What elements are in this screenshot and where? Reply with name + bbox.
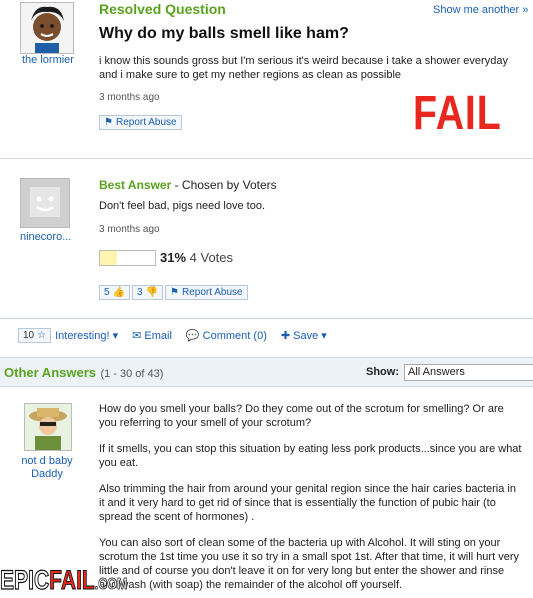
- thumbs-down-icon: 👎: [145, 287, 159, 298]
- flag-icon: ⚑: [104, 117, 113, 128]
- fail-stamp: FAIL: [413, 87, 502, 140]
- best-answer-text: Don't feel bad, pigs need love too.: [99, 200, 265, 212]
- answer-paragraph: How do you smell your balls? Do they com…: [99, 403, 504, 429]
- question-time: 3 months ago: [99, 92, 160, 103]
- answer-report-abuse-button[interactable]: ⚑ Report Abuse: [165, 285, 248, 300]
- other-answer-avatar[interactable]: [24, 403, 72, 451]
- vote-summary: 31% 4 Votes: [160, 250, 233, 265]
- show-label: Show:: [366, 366, 399, 378]
- question-title: Why do my balls smell like ham?: [99, 25, 349, 42]
- asker-avatar-image: [21, 3, 73, 53]
- interesting-count-value: 10: [23, 329, 35, 341]
- default-avatar-image: [21, 179, 69, 227]
- thumbs-down-count: 3: [137, 287, 143, 298]
- logo-dotcom: .COM: [94, 576, 128, 594]
- action-bar: 10 ☆ Interesting! ▾ ✉ Email 💬 Comment (0)…: [0, 320, 533, 350]
- divider: [0, 158, 533, 159]
- other-answers-range: (1 - 30 of 43): [100, 368, 164, 380]
- interesting-button[interactable]: Interesting! ▾: [55, 329, 118, 342]
- asker-name[interactable]: the lormier: [22, 54, 74, 66]
- logo-epic: EPIC: [0, 564, 50, 595]
- comment-icon: 💬: [185, 329, 200, 342]
- other-answer-avatar-image: [25, 404, 71, 450]
- plus-icon: ✚: [280, 329, 291, 342]
- other-answer-user[interactable]: not d baby Daddy: [16, 455, 78, 481]
- interesting-count: 10 ☆: [18, 327, 52, 343]
- chevron-down-icon: ▾: [112, 329, 119, 342]
- interesting-group: 10 ☆ Interesting! ▾: [18, 327, 118, 343]
- email-label: Email: [144, 329, 172, 342]
- chosen-by-label: - Chosen by Voters: [171, 178, 277, 192]
- question-body: i know this sounds gross but I'm serious…: [99, 55, 508, 81]
- interesting-label: Interesting!: [55, 329, 110, 342]
- epicfail-logo: EPIC FAIL .COM: [0, 564, 128, 596]
- thumbs-up-count: 5: [104, 287, 110, 298]
- show-filter-value: All Answers: [408, 366, 465, 378]
- email-button[interactable]: ✉ Email: [132, 329, 172, 342]
- vote-bar-fill: [100, 251, 118, 265]
- answer-paragraph: You can also sort of clean some of the b…: [99, 537, 519, 591]
- answer-paragraph: Also trimming the hair from around your …: [99, 483, 516, 523]
- logo-fail: FAIL: [49, 565, 95, 596]
- asker-avatar[interactable]: [20, 2, 74, 54]
- other-answers-title-group: Other Answers (1 - 30 of 43): [4, 364, 163, 382]
- chevron-down-icon: ▾: [321, 329, 327, 342]
- thumbs-down-button[interactable]: 3 👎: [132, 285, 164, 300]
- comment-label: Comment (0): [202, 329, 267, 342]
- envelope-icon: ✉: [132, 329, 142, 342]
- show-filter-select[interactable]: All Answers: [404, 364, 533, 381]
- divider: [0, 318, 533, 319]
- vote-percent: 31%: [160, 250, 187, 265]
- rating-buttons: 5 👍 3 👎 ⚑ Report Abuse: [99, 285, 248, 300]
- thumbs-up-button[interactable]: 5 👍: [99, 285, 131, 300]
- report-abuse-label: Report Abuse: [182, 287, 243, 298]
- flag-icon: ⚑: [170, 287, 179, 298]
- save-label: Save: [293, 329, 319, 342]
- best-answer-label: Best Answer: [99, 178, 172, 192]
- answerer-name[interactable]: ninecoro...: [20, 231, 71, 243]
- question-status: Resolved Question: [99, 1, 226, 17]
- vote-count: 4 Votes: [189, 250, 234, 265]
- save-button[interactable]: ✚ Save ▾: [281, 329, 327, 342]
- vote-bar: [99, 250, 156, 266]
- report-abuse-label: Report Abuse: [115, 117, 177, 128]
- comment-button[interactable]: 💬 Comment (0): [186, 329, 267, 342]
- other-answers-title: Other Answers: [4, 365, 96, 380]
- other-answer-text: How do you smell your balls? Do they com…: [99, 402, 524, 592]
- star-icon: ☆: [37, 329, 47, 341]
- best-answer-time: 3 months ago: [99, 224, 160, 235]
- thumbs-up-icon: 👍: [112, 287, 126, 298]
- question-report-abuse-button[interactable]: ⚑ Report Abuse: [99, 115, 182, 130]
- answerer-avatar[interactable]: [20, 178, 70, 228]
- show-another-link[interactable]: Show me another »: [433, 4, 528, 16]
- best-answer-header: Best Answer - Chosen by Voters: [99, 178, 277, 192]
- answer-paragraph: If it smells, you can stop this situatio…: [99, 443, 522, 469]
